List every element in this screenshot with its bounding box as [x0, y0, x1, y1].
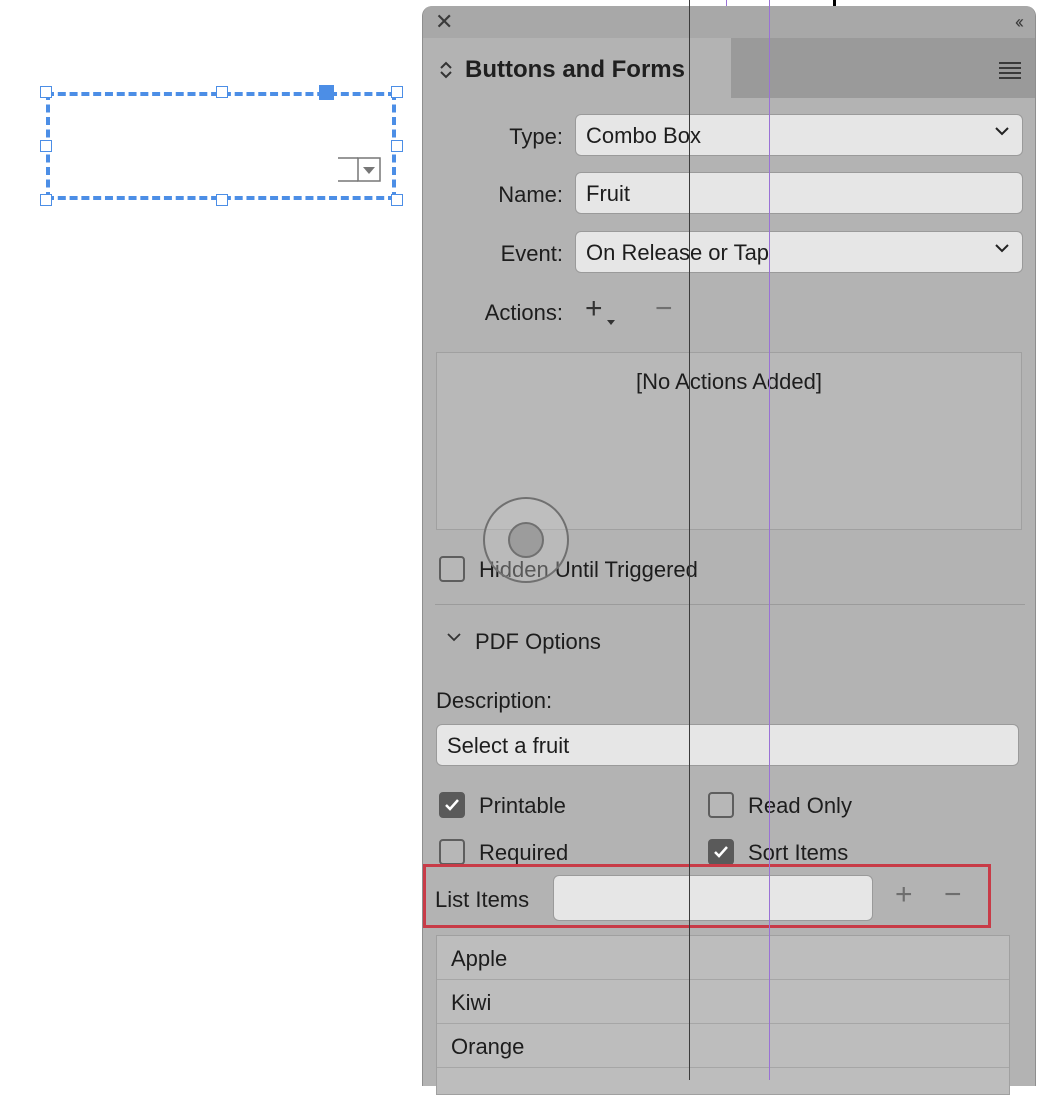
panel-menu-icon[interactable] [999, 62, 1021, 82]
sort-items-label: Sort Items [748, 840, 849, 865]
event-value: On Release or Tap [586, 240, 770, 265]
printable-checkbox[interactable] [439, 792, 465, 818]
actions-label: Actions: [484, 300, 563, 325]
name-field[interactable]: Fruit [575, 172, 1023, 214]
required-label: Required [479, 840, 569, 865]
list-items-input[interactable] [553, 875, 873, 921]
list-item[interactable]: Orange [437, 1024, 1009, 1068]
chevron-down-icon[interactable] [447, 632, 461, 642]
description-field[interactable]: Select a fruit [436, 724, 1019, 766]
resize-handle-left[interactable] [40, 140, 52, 152]
resize-handle-bottom[interactable] [216, 194, 228, 206]
type-select[interactable]: Combo Box [575, 114, 1023, 156]
hidden-until-triggered-checkbox[interactable] [439, 556, 465, 582]
resize-handle-top-left[interactable] [40, 86, 52, 98]
add-action-button[interactable]: + [585, 292, 603, 326]
page-edge-marker [833, 0, 836, 6]
event-select[interactable]: On Release or Tap [575, 231, 1023, 273]
type-value: Combo Box [586, 123, 701, 148]
combo-box-dropdown-icon [338, 157, 381, 182]
required-checkbox[interactable] [439, 839, 465, 865]
sort-items-checkbox[interactable] [708, 839, 734, 865]
panel-title-bar[interactable] [423, 6, 1035, 38]
remove-list-item-button[interactable]: − [944, 878, 962, 912]
list-item[interactable]: Kiwi [437, 980, 1009, 1024]
touch-pointer-center [508, 522, 544, 558]
chevron-down-icon [995, 244, 1009, 253]
small-dropdown-triangle-icon [607, 320, 615, 325]
name-value: Fruit [586, 181, 630, 206]
description-label: Description: [436, 688, 553, 713]
anchor-handle[interactable] [319, 85, 334, 100]
guide-line [689, 0, 690, 1080]
resize-handle-top[interactable] [216, 86, 228, 98]
section-divider [435, 604, 1025, 605]
collapse-icon[interactable]: ‹‹ [1015, 10, 1024, 34]
guide-line [726, 0, 727, 6]
printable-label: Printable [479, 793, 566, 818]
close-icon[interactable]: ✕ [435, 10, 453, 34]
resize-handle-right[interactable] [391, 140, 403, 152]
list-item[interactable]: Apple [437, 936, 1009, 980]
guide-line [769, 0, 770, 1080]
resize-handle-bottom-left[interactable] [40, 194, 52, 206]
resize-handle-bottom-right[interactable] [391, 194, 403, 206]
pdf-options-heading[interactable]: PDF Options [475, 629, 601, 655]
panel-title: Buttons and Forms [465, 56, 685, 83]
read-only-checkbox[interactable] [708, 792, 734, 818]
list-items-label: List Items [435, 887, 530, 912]
chevron-down-icon [995, 127, 1009, 136]
description-value: Select a fruit [447, 733, 570, 758]
type-label: Type: [509, 124, 563, 149]
add-list-item-button[interactable]: + [895, 878, 913, 912]
resize-handle-top-right[interactable] [391, 86, 403, 98]
event-label: Event: [500, 241, 563, 266]
combo-box-frame[interactable] [46, 92, 396, 200]
read-only-label: Read Only [748, 793, 852, 818]
remove-action-button[interactable]: − [655, 292, 673, 326]
actions-empty-text: [No Actions Added] [636, 369, 822, 394]
updown-chevron-icon[interactable] [439, 60, 453, 80]
name-label: Name: [498, 182, 563, 207]
list-items-table[interactable]: Apple Kiwi Orange [436, 935, 1010, 1095]
